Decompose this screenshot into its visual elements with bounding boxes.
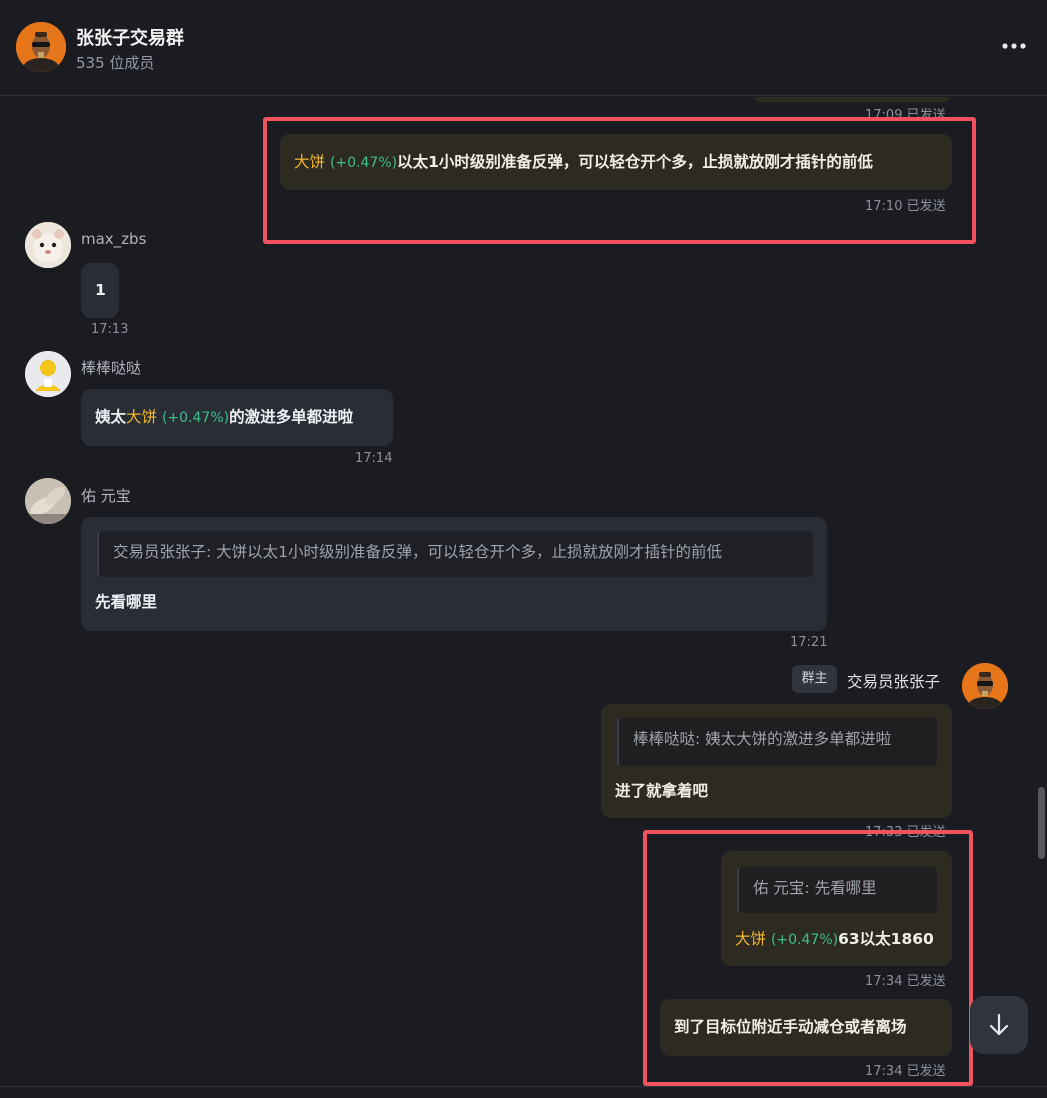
more-horizontal-icon[interactable] (1001, 34, 1027, 58)
message-list[interactable]: 17:09 已发送 大饼 (+0.47%)以太1小时级别准备反弹，可以轻仓开个多… (0, 97, 1047, 1087)
previous-message-bubble[interactable] (752, 97, 952, 102)
quoted-message[interactable]: 棒棒哒哒: 姨太大饼的激进多单都进啦 (617, 718, 937, 766)
sender-name[interactable]: 佑 元宝 (81, 485, 131, 506)
message-text: 进了就拿着吧 (615, 782, 709, 800)
member-count: 535 位成员 (76, 54, 155, 72)
owner-badge: 群主 (792, 665, 837, 693)
user-avatar[interactable] (25, 351, 71, 397)
scrollbar-thumb[interactable] (1038, 787, 1045, 859)
message-time: 17:13 (91, 322, 129, 337)
price-change: (+0.47%) (161, 410, 230, 426)
message-bubble[interactable]: 交易员张张子: 大饼以太1小时级别准备反弹，可以轻仓开个多，止损就放刚才插针的前… (81, 517, 827, 631)
highlight-box (643, 830, 973, 1086)
highlight-box (263, 117, 976, 244)
user-avatar[interactable] (25, 222, 71, 268)
message-time: 17:14 (355, 451, 393, 466)
message-text: 先看哪里 (95, 593, 158, 611)
token-name[interactable]: 大饼 (126, 408, 157, 426)
quoted-message[interactable]: 交易员张张子: 大饼以太1小时级别准备反弹，可以轻仓开个多，止损就放刚才插针的前… (97, 531, 813, 577)
user-avatar[interactable] (25, 478, 71, 524)
sender-name[interactable]: 交易员张张子 (847, 670, 940, 692)
sender-name[interactable]: max_zbs (81, 230, 146, 248)
sender-name[interactable]: 棒棒哒哒 (81, 357, 141, 378)
composer-divider (0, 1086, 1047, 1087)
message-text: 姨太 (95, 408, 127, 426)
scroll-to-bottom-button[interactable] (970, 996, 1028, 1054)
message-time: 17:21 (790, 635, 828, 650)
message-bubble[interactable]: 1 (81, 263, 119, 318)
message-text: 1 (95, 281, 106, 299)
message-bubble[interactable]: 棒棒哒哒: 姨太大饼的激进多单都进啦 进了就拿着吧 (601, 704, 952, 818)
user-avatar[interactable] (962, 663, 1008, 709)
arrow-down-icon (989, 1013, 1009, 1036)
group-avatar[interactable] (16, 22, 66, 72)
group-title: 张张子交易群 (76, 28, 184, 49)
message-text: 的激进多单都进啦 (229, 408, 354, 426)
message-bubble[interactable]: 姨太大饼 (+0.47%)的激进多单都进啦 (81, 389, 393, 446)
chat-header: 张张子交易群 535 位成员 (0, 0, 1047, 96)
